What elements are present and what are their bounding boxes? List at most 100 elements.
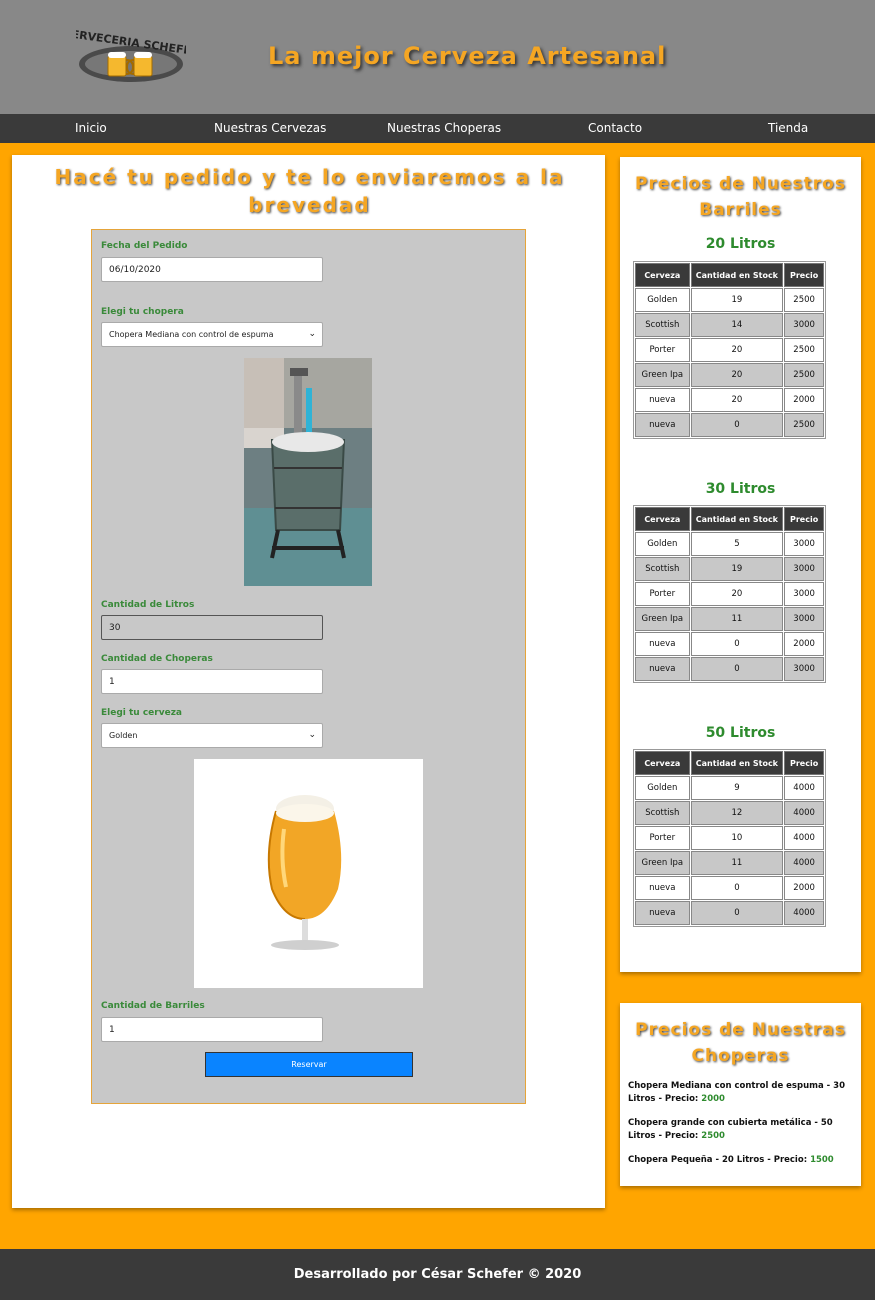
price-cell: 2500 bbox=[784, 413, 824, 437]
table-row: Golden 5 3000 bbox=[635, 532, 824, 556]
beer-name-cell: Porter bbox=[635, 826, 690, 850]
stock-cell: 0 bbox=[690, 413, 784, 437]
chopera-select[interactable]: Chopera Mediana con control de espuma ⌄ bbox=[101, 322, 323, 347]
beer-glass-image bbox=[194, 759, 423, 988]
beer-label: Elegi tu cerveza bbox=[101, 708, 182, 718]
beer-select-value: Golden bbox=[109, 731, 138, 740]
table-row: nueva 0 3000 bbox=[635, 657, 824, 681]
reserve-button[interactable]: Reservar bbox=[205, 1052, 413, 1077]
nav-inicio[interactable]: Inicio bbox=[75, 121, 107, 135]
table-title-50: 50 Litros bbox=[705, 725, 776, 741]
stock-cell: 20 bbox=[690, 363, 784, 387]
chopera-select-value: Chopera Mediana con control de espuma bbox=[109, 330, 274, 339]
site-footer: Desarrollado por César Schefer © 2020 bbox=[0, 1249, 875, 1300]
barrels-input[interactable]: 1 bbox=[101, 1017, 323, 1042]
price-cell: 2500 bbox=[784, 338, 824, 362]
price-cell: 4000 bbox=[784, 801, 824, 825]
table-row: Scottish 12 4000 bbox=[635, 801, 824, 825]
table-row: Porter 10 4000 bbox=[635, 826, 824, 850]
nav-contacto[interactable]: Contacto bbox=[588, 121, 642, 135]
chopera-label: Elegi tu chopera bbox=[101, 307, 184, 317]
date-input[interactable]: 06/10/2020 bbox=[101, 257, 323, 282]
price-cell: 3000 bbox=[784, 607, 824, 631]
chopera-price-item: Chopera Mediana con control de espuma - … bbox=[628, 1080, 854, 1106]
beer-name-cell: Scottish bbox=[635, 801, 690, 825]
chopera-prices-card: Precios de Nuestras Choperas Chopera Med… bbox=[620, 1003, 861, 1186]
price-cell: 2000 bbox=[784, 388, 824, 412]
stock-cell: 11 bbox=[690, 607, 784, 631]
order-form: Fecha del Pedido 06/10/2020 Elegi tu cho… bbox=[91, 229, 526, 1104]
order-heading: Hacé tu pedido y te lo enviaremos a la b… bbox=[54, 165, 565, 217]
table-row: Porter 20 3000 bbox=[635, 582, 824, 606]
brewery-logo[interactable]: CERVECERIA SCHEFER bbox=[76, 26, 186, 86]
col-precio: Precio bbox=[784, 263, 824, 287]
price-cell: 4000 bbox=[784, 776, 824, 800]
chopera-image bbox=[244, 358, 372, 586]
beer-name-cell: Porter bbox=[635, 338, 690, 362]
beer-name-cell: nueva bbox=[635, 876, 690, 900]
price-cell: 3000 bbox=[784, 557, 824, 581]
chopera-price-text: Chopera grande con cubierta metálica - 5… bbox=[628, 1118, 833, 1141]
price-cell: 3000 bbox=[784, 582, 824, 606]
price-cell: 2500 bbox=[784, 288, 824, 312]
table-row: Green Ipa 11 3000 bbox=[635, 607, 824, 631]
beer-name-cell: nueva bbox=[635, 901, 690, 925]
price-cell: 2500 bbox=[784, 363, 824, 387]
beer-name-cell: Green Ipa bbox=[635, 363, 690, 387]
col-cerveza: Cerveza bbox=[635, 263, 690, 287]
site-header: CERVECERIA SCHEFER La mejor Cerveza Arte… bbox=[0, 0, 875, 114]
col-precio: Precio bbox=[784, 751, 824, 775]
col-stock: Cantidad en Stock bbox=[690, 507, 784, 531]
beer-name-cell: Porter bbox=[635, 582, 690, 606]
chopera-prices-heading: Precios de Nuestras Choperas bbox=[635, 1020, 846, 1066]
col-stock: Cantidad en Stock bbox=[690, 751, 784, 775]
table-row: Porter 20 2500 bbox=[635, 338, 824, 362]
table-row: Golden 19 2500 bbox=[635, 288, 824, 312]
main-nav: Inicio Nuestras Cervezas Nuestras Choper… bbox=[0, 114, 875, 143]
stock-cell: 11 bbox=[690, 851, 784, 875]
beer-name-cell: Golden bbox=[635, 288, 690, 312]
price-cell: 3000 bbox=[784, 532, 824, 556]
beer-name-cell: Green Ipa bbox=[635, 851, 690, 875]
choperas-qty-label: Cantidad de Choperas bbox=[101, 654, 213, 664]
beer-name-cell: nueva bbox=[635, 632, 690, 656]
chopera-price-value: 2000 bbox=[701, 1094, 725, 1104]
stock-cell: 5 bbox=[690, 532, 784, 556]
stock-cell: 20 bbox=[690, 582, 784, 606]
nav-nuestras-cervezas[interactable]: Nuestras Cervezas bbox=[214, 121, 326, 135]
price-table-50: Cerveza Cantidad en Stock Precio Golden 9… bbox=[633, 749, 826, 927]
price-cell: 2000 bbox=[784, 632, 824, 656]
liters-label: Cantidad de Litros bbox=[101, 600, 195, 610]
beer-name-cell: nueva bbox=[635, 388, 690, 412]
table-row: Green Ipa 11 4000 bbox=[635, 851, 824, 875]
price-cell: 2000 bbox=[784, 876, 824, 900]
stock-cell: 20 bbox=[690, 388, 784, 412]
stock-cell: 14 bbox=[690, 313, 784, 337]
stock-cell: 12 bbox=[690, 801, 784, 825]
chopera-price-text: Chopera Pequeña - 20 Litros - Precio: bbox=[628, 1155, 811, 1165]
table-title-20: 20 Litros bbox=[705, 236, 776, 252]
stock-cell: 0 bbox=[690, 657, 784, 681]
table-row: Scottish 14 3000 bbox=[635, 313, 824, 337]
liters-input[interactable]: 30 bbox=[101, 615, 323, 640]
choperas-qty-input[interactable]: 1 bbox=[101, 669, 323, 694]
price-cell: 4000 bbox=[784, 901, 824, 925]
stock-cell: 0 bbox=[690, 876, 784, 900]
barrel-prices-card: Precios de Nuestros Barriles 20 Litros C… bbox=[620, 157, 861, 972]
beer-select[interactable]: Golden ⌄ bbox=[101, 723, 323, 748]
col-cerveza: Cerveza bbox=[635, 507, 690, 531]
table-row: nueva 0 2000 bbox=[635, 632, 824, 656]
table-row: Golden 9 4000 bbox=[635, 776, 824, 800]
table-row: nueva 0 4000 bbox=[635, 901, 824, 925]
chopera-price-item: Chopera grande con cubierta metálica - 5… bbox=[628, 1117, 854, 1143]
beer-name-cell: Green Ipa bbox=[635, 607, 690, 631]
nav-tienda[interactable]: Tienda bbox=[768, 121, 808, 135]
nav-nuestras-choperas[interactable]: Nuestras Choperas bbox=[387, 121, 501, 135]
table-row: nueva 0 2500 bbox=[635, 413, 824, 437]
table-row: nueva 20 2000 bbox=[635, 388, 824, 412]
beer-name-cell: nueva bbox=[635, 413, 690, 437]
beer-name-cell: Golden bbox=[635, 776, 690, 800]
barrels-label: Cantidad de Barriles bbox=[101, 1001, 205, 1011]
chopera-price-value: 2500 bbox=[701, 1131, 725, 1141]
col-precio: Precio bbox=[784, 507, 824, 531]
